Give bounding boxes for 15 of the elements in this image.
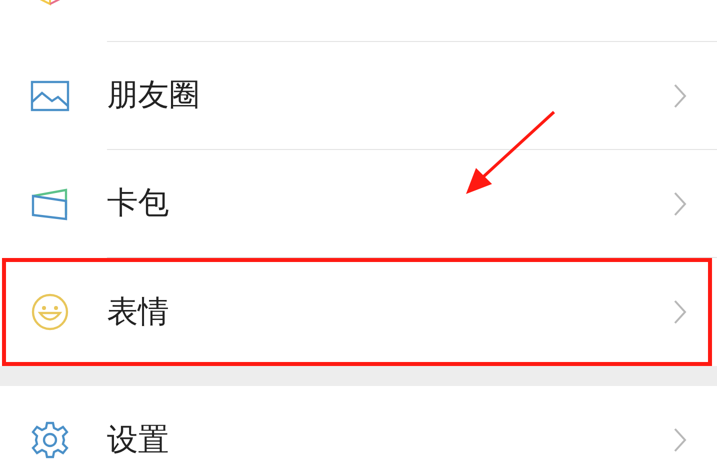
- menu-row[interactable]: 表情: [0, 258, 717, 366]
- menu-label: 表情: [107, 292, 169, 331]
- menu-row[interactable]: 设置: [0, 386, 717, 466]
- chevron-icon: [673, 82, 687, 108]
- image-icon: [30, 80, 70, 112]
- menu-label: 设置: [107, 420, 169, 459]
- chevron-icon: [673, 427, 687, 453]
- settings-icon: [30, 420, 70, 460]
- wallet-icon: [30, 187, 70, 221]
- chevron-icon: [673, 190, 687, 216]
- chevron-icon: [673, 299, 687, 325]
- menu-row[interactable]: 朋友圈: [0, 42, 717, 150]
- menu-label: 卡包: [107, 184, 169, 222]
- menu-label: 朋友圈: [107, 76, 200, 114]
- smiley-icon: [30, 292, 70, 332]
